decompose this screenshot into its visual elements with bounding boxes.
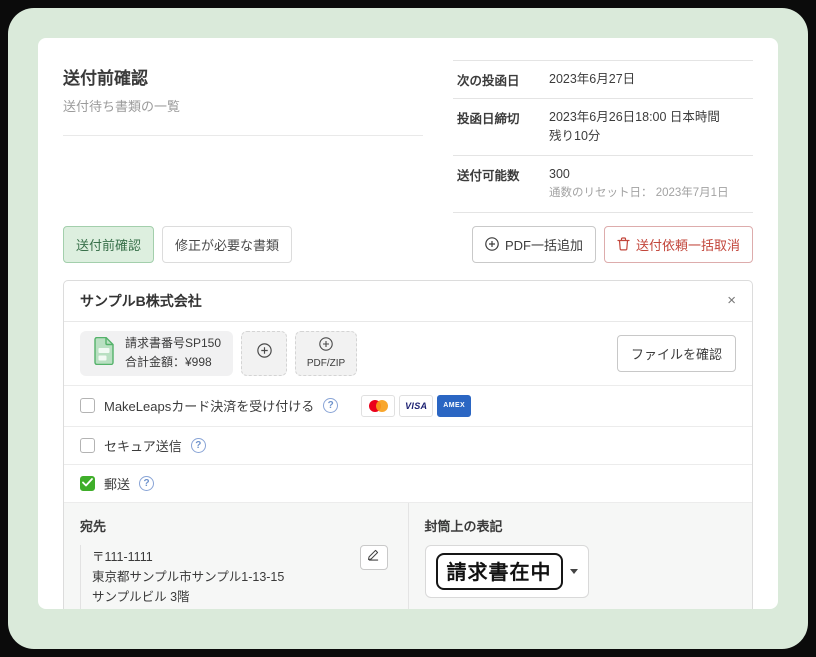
address-envelope-section: 宛先 〒111-1111 東京都サンプル市サンプル1-13-15 サンプルビル … xyxy=(64,503,752,610)
recipient-card-header: サンプルB株式会社 × xyxy=(64,281,752,322)
document-number: 請求書番号SP150 xyxy=(125,334,221,353)
capacity-count: 300 xyxy=(549,165,729,184)
recipient-card: サンプルB株式会社 × 請求書番号SP150 合計金額：¥998 xyxy=(63,280,753,610)
circle-plus-icon xyxy=(319,337,333,356)
payment-logos: VISA AMEX xyxy=(361,395,471,417)
address-line: サンプルビル 3階 xyxy=(92,587,348,607)
info-value: 2023年6月26日18:00 日本時間 残り10分 xyxy=(549,108,720,146)
option-row-card-payment: MakeLeapsカード決済を受け付ける ? VISA AMEX xyxy=(64,386,752,427)
trash-icon xyxy=(617,237,630,251)
secure-send-checkbox[interactable] xyxy=(80,438,95,453)
deadline-datetime: 2023年6月26日18:00 日本時間 xyxy=(549,108,720,127)
pencil-icon xyxy=(367,547,380,567)
cancel-send-requests-button[interactable]: 送付依頼一括取消 xyxy=(604,226,753,263)
card-payment-checkbox[interactable] xyxy=(80,398,95,413)
info-label: 次の投函日 xyxy=(457,70,549,89)
check-files-button[interactable]: ファイルを確認 xyxy=(617,335,736,372)
secure-send-label: セキュア送信 xyxy=(104,436,182,455)
recipient-name: サンプルB株式会社 xyxy=(80,291,202,311)
invoice-enclosed-stamp: 請求書在中 xyxy=(436,553,563,590)
postal-mail-checkbox[interactable] xyxy=(80,476,95,491)
help-icon[interactable]: ? xyxy=(139,476,154,491)
visa-icon: VISA xyxy=(399,395,433,417)
document-total: 合計金額：¥998 xyxy=(125,353,221,372)
close-icon[interactable]: × xyxy=(727,293,736,308)
page-background-frame: 送付前確認 送付待ち書類の一覧 次の投函日 2023年6月27日 投函日締切 2… xyxy=(8,8,808,649)
main-panel: 送付前確認 送付待ち書類の一覧 次の投函日 2023年6月27日 投函日締切 2… xyxy=(38,38,778,609)
envelope-column: 封筒上の表記 請求書在中 差出人 サンプル株式会社(B) 〒000-0 xyxy=(408,503,753,610)
capacity-reset-date: 通数のリセット日： 2023年7月1日 xyxy=(549,185,729,202)
amex-icon: AMEX xyxy=(437,395,471,417)
help-icon[interactable]: ? xyxy=(191,438,206,453)
document-icon xyxy=(92,337,116,370)
pdf-bulk-add-label: PDF一括追加 xyxy=(505,235,583,254)
circle-plus-icon xyxy=(257,343,272,363)
add-pdf-zip-button[interactable]: PDF/ZIP xyxy=(295,331,357,376)
document-summary: 請求書番号SP150 合計金額：¥998 xyxy=(125,334,221,371)
info-row-deadline: 投函日締切 2023年6月26日18:00 日本時間 残り10分 xyxy=(453,99,753,156)
card-payment-label: MakeLeapsカード決済を受け付ける xyxy=(104,396,314,415)
filter-toolbar: 送付前確認 修正が必要な書類 PDF一括追加 送付依頼一括取消 xyxy=(63,226,753,263)
circle-plus-icon xyxy=(485,237,499,251)
mastercard-icon xyxy=(361,395,395,417)
pdf-zip-label: PDF/ZIP xyxy=(307,358,345,369)
info-row-next-post-date: 次の投函日 2023年6月27日 xyxy=(453,61,753,99)
pdf-bulk-add-button[interactable]: PDF一括追加 xyxy=(472,226,596,263)
info-value: 300 通数のリセット日： 2023年7月1日 xyxy=(549,165,729,203)
invoice-document-chip[interactable]: 請求書番号SP150 合計金額：¥998 xyxy=(80,331,233,376)
edit-address-button[interactable] xyxy=(360,545,388,570)
deadline-remaining: 残り10分 xyxy=(549,127,720,146)
chevron-down-icon xyxy=(570,569,578,574)
address-lines: 〒111-1111 東京都サンプル市サンプル1-13-15 サンプルビル 3階 xyxy=(92,547,348,607)
add-document-button[interactable] xyxy=(241,331,287,376)
option-row-secure-send: セキュア送信 ? xyxy=(64,427,752,465)
option-row-postal-mail: 郵送 ? xyxy=(64,465,752,503)
envelope-heading: 封筒上の表記 xyxy=(425,516,737,535)
envelope-stamp-dropdown[interactable]: 請求書在中 xyxy=(425,545,589,598)
info-label: 送付可能数 xyxy=(457,165,549,203)
postal-code: 〒111-1111 xyxy=(92,547,348,567)
address-heading: 宛先 xyxy=(80,516,392,535)
info-row-send-capacity: 送付可能数 300 通数のリセット日： 2023年7月1日 xyxy=(453,156,753,213)
help-icon[interactable]: ? xyxy=(323,398,338,413)
postal-mail-label: 郵送 xyxy=(104,474,130,493)
cancel-send-requests-label: 送付依頼一括取消 xyxy=(636,235,740,254)
recipient-address-column: 宛先 〒111-1111 東京都サンプル市サンプル1-13-15 サンプルビル … xyxy=(64,503,408,610)
header: 送付前確認 送付待ち書類の一覧 次の投函日 2023年6月27日 投函日締切 2… xyxy=(63,60,753,213)
info-label: 投函日締切 xyxy=(457,108,549,146)
header-titles: 送付前確認 送付待ち書類の一覧 xyxy=(63,60,423,136)
recipient-address-block: 〒111-1111 東京都サンプル市サンプル1-13-15 サンプルビル 3階 … xyxy=(80,545,392,610)
tab-presend-check[interactable]: 送付前確認 xyxy=(63,226,154,263)
address-line: 東京都サンプル市サンプル1-13-15 xyxy=(92,567,348,587)
check-icon xyxy=(82,474,93,492)
documents-row: 請求書番号SP150 合計金額：¥998 PDF/ZIP ファイルを確認 xyxy=(64,322,752,386)
page-subtitle: 送付待ち書類の一覧 xyxy=(63,96,423,115)
info-value: 2023年6月27日 xyxy=(549,70,635,89)
mailing-info-table: 次の投函日 2023年6月27日 投函日締切 2023年6月26日18:00 日… xyxy=(453,60,753,213)
tab-needs-correction[interactable]: 修正が必要な書類 xyxy=(162,226,292,263)
page-title: 送付前確認 xyxy=(63,64,423,89)
